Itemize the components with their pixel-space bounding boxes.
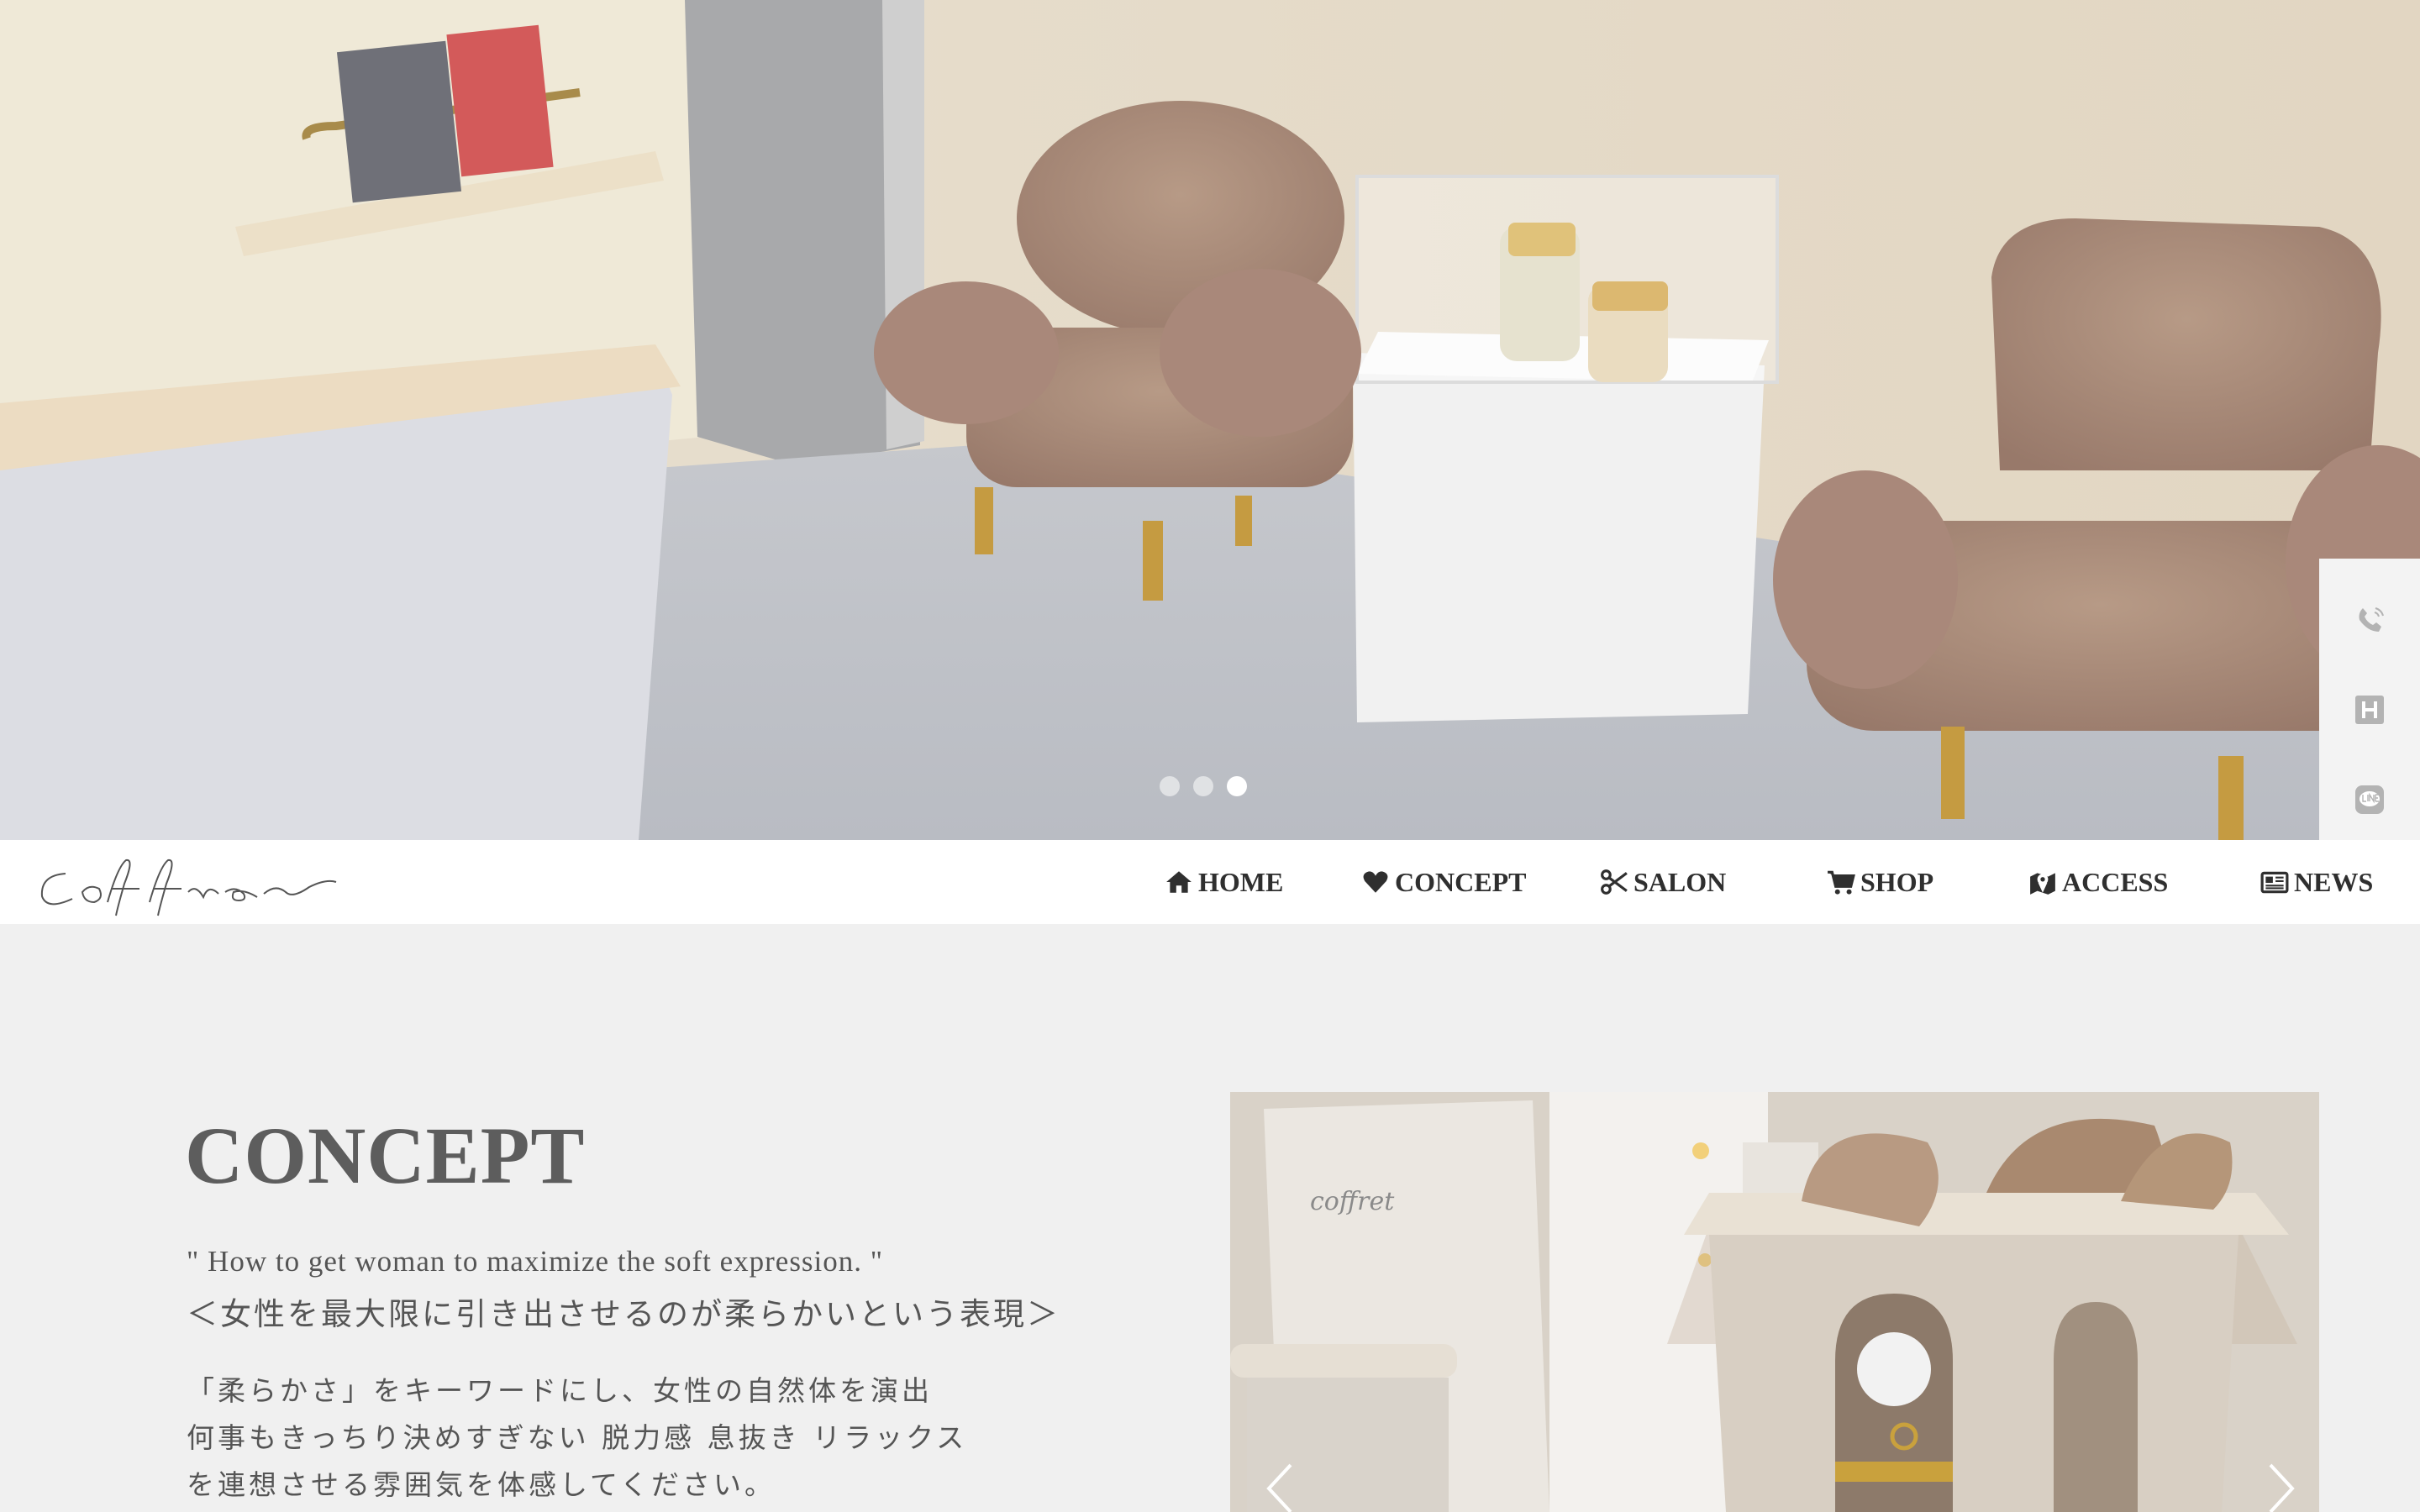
carousel-next-icon[interactable]	[2255, 1462, 2306, 1512]
slider-dots	[1160, 776, 1247, 796]
concept-quote-en: " How to get woman to maximize the soft …	[187, 1245, 884, 1278]
map-icon	[2030, 873, 2055, 895]
svg-text:coffret: coffret	[1310, 1187, 1395, 1216]
logo[interactable]	[24, 850, 343, 917]
nav-item-home[interactable]: HOME	[1165, 840, 1283, 924]
newspaper-icon	[2260, 871, 2289, 894]
side-contact-bar	[2319, 559, 2420, 861]
concept-carousel[interactable]: coffret	[1230, 1092, 2319, 1512]
nav-item-salon[interactable]: SALON	[1600, 840, 1726, 924]
nav-label: HOME	[1198, 866, 1284, 897]
nav-label: NEWS	[2294, 866, 2374, 897]
nav-item-shop[interactable]: SHOP	[1827, 840, 1933, 924]
concept-title: CONCEPT	[185, 1110, 586, 1200]
nav-label: SHOP	[1860, 866, 1934, 897]
slider-dot[interactable]	[1160, 776, 1180, 796]
concept-quote-ja: ＜女性を最大限に引き出させるのが柔らかいという表現＞	[187, 1296, 1060, 1332]
slider-dot[interactable]	[1193, 776, 1213, 796]
nav-label: SALON	[1634, 866, 1727, 897]
slider-dot-active[interactable]	[1227, 776, 1247, 796]
nav-item-news[interactable]: NEWS	[2260, 840, 2373, 924]
scissors-icon	[1601, 869, 1628, 895]
concept-body-line: 何事もきっちり決めすぎない 脱力感 息抜き リラックス	[187, 1421, 968, 1454]
concept-image: coffret	[1230, 1092, 2319, 1512]
hero-image	[0, 0, 2420, 840]
main-nav: HOME CONCEPT SALON SHOP ACCESS NEWS	[1160, 840, 2420, 924]
nav-item-access[interactable]: ACCESS	[2028, 840, 2168, 924]
nav-item-concept[interactable]: CONCEPT	[1361, 840, 1526, 924]
phone-icon[interactable]	[2351, 601, 2388, 638]
cart-icon	[1828, 870, 1855, 895]
heart-icon	[1363, 871, 1388, 893]
nav-label: CONCEPT	[1395, 866, 1527, 897]
hero-slider[interactable]	[0, 0, 2420, 840]
carousel-prev-icon[interactable]	[1255, 1462, 1306, 1512]
nav-label: ACCESS	[2062, 866, 2169, 897]
concept-body-line: を連想させる雰囲気を体感してください。	[187, 1468, 776, 1501]
home-icon	[1166, 871, 1192, 893]
concept-body: 「柔らかさ」をキーワードにし、女性の自然体を演出 何事もきっちり決めすぎない 脱…	[187, 1368, 967, 1509]
hotpepper-icon[interactable]	[2351, 691, 2388, 728]
concept-body-line: 「柔らかさ」をキーワードにし、女性の自然体を演出	[187, 1374, 933, 1407]
navbar: HOME CONCEPT SALON SHOP ACCESS NEWS	[0, 840, 2420, 924]
line-icon[interactable]	[2351, 781, 2388, 818]
